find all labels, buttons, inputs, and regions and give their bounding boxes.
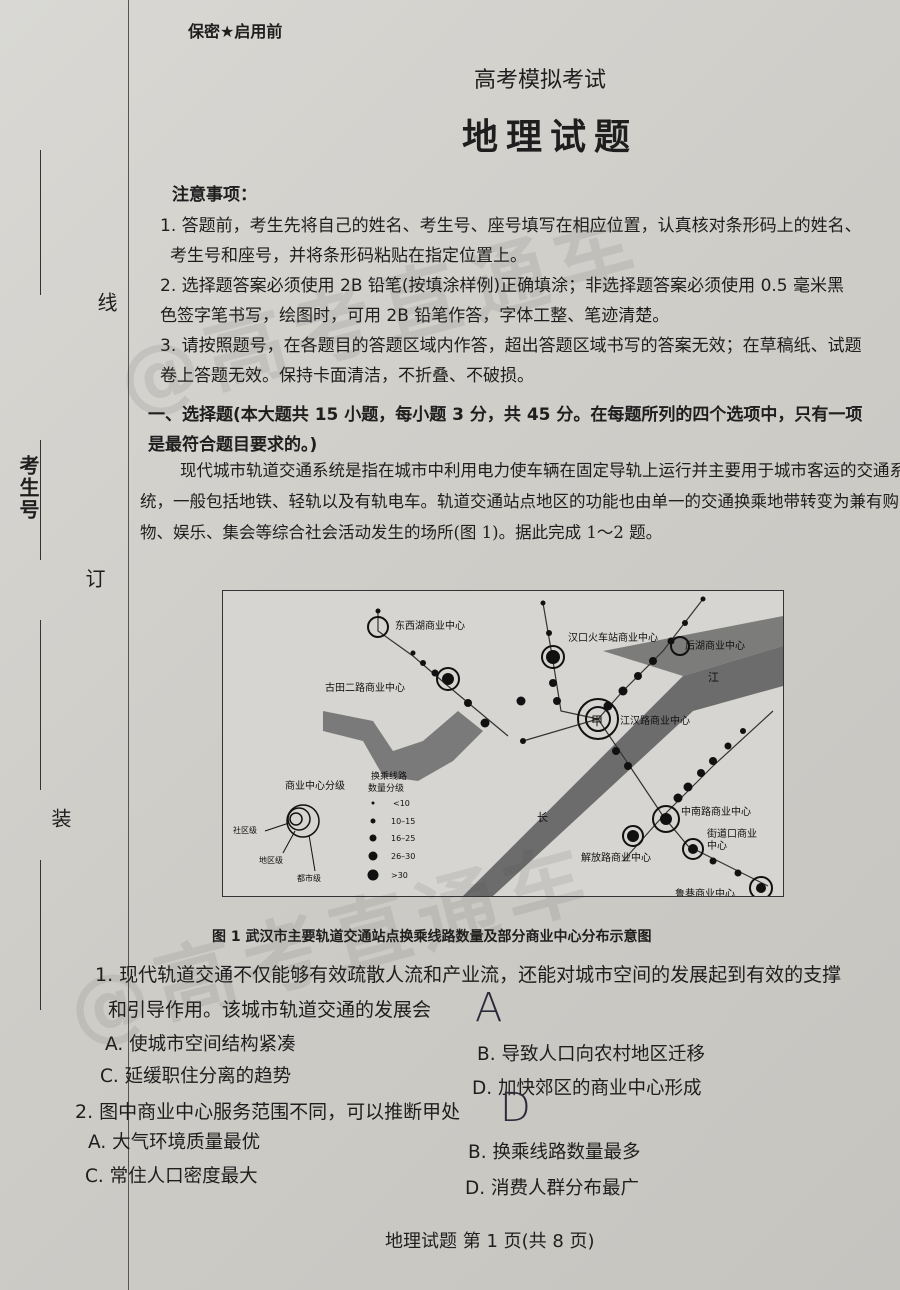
label-houhu: 后湖商业中心 (685, 639, 745, 652)
label-jianghan: 江汉路商业中心 (620, 714, 690, 727)
exam-paper: 线 考生号 订 装 保密★启用前 高考模拟考试 地理试题 注意事项： 1. 答题… (0, 0, 900, 1290)
margin-rule (40, 150, 41, 295)
label-gutian: 古田二路商业中心 (325, 681, 405, 694)
legend-t1: <10 (393, 799, 410, 808)
q2-option-d[interactable]: D. 消费人群分布最广 (465, 1174, 639, 1200)
label-zhongnan: 中南路商业中心 (681, 805, 751, 818)
q2-option-b[interactable]: B. 换乘线路数量最多 (468, 1138, 640, 1164)
exam-number-label: 考生号 (16, 455, 40, 521)
reading-passage: 现代城市轨道交通系统是指在城市中利用电力使车辆在固定导轨上运行并主要用于城市客运… (140, 455, 900, 548)
legend-t3: 16–25 (391, 834, 415, 843)
legend-transfer-title: 换乘线路 (371, 770, 407, 782)
label-dongxihu: 东西湖商业中心 (395, 619, 465, 632)
handwritten-answer-2: D (500, 1085, 531, 1131)
section-heading: 一、选择题(本大题共 15 小题，每小题 3 分，共 45 分。在每题所列的四个… (148, 400, 862, 460)
passage-text: 现代城市轨道交通系统是指在城市中利用电力使车辆在固定导轨上运行并主要用于城市客运… (140, 461, 900, 542)
q2-option-a[interactable]: A. 大气环境质量最优 (88, 1128, 260, 1154)
page-footer: 地理试题 第 1 页(共 8 页) (385, 1231, 595, 1252)
q1-option-b[interactable]: B. 导致人口向农村地区迁移 (477, 1040, 705, 1066)
legend-district: 地区级 (259, 855, 283, 865)
legend-center-levels: 商业中心分级 社区级 地区级 都市级 (233, 779, 345, 883)
q1-option-c[interactable]: C. 延缓职住分离的趋势 (100, 1062, 291, 1088)
label-jiedao-2: 中心 (707, 839, 727, 852)
label-jiedao: 街道口商业 (707, 827, 757, 840)
exam-subtitle: 高考模拟考试 (473, 68, 606, 93)
margin-order-label: 订 (82, 568, 106, 590)
exam-title: 地理试题 (461, 116, 638, 158)
label-hankou: 汉口火车站商业中心 (568, 631, 658, 644)
legend-center-title: 商业中心分级 (285, 779, 345, 792)
question-2-stem: 2. 图中商业中心服务范围不同，可以推断甲处 (75, 1101, 461, 1123)
label-jia: 甲 (591, 714, 603, 728)
margin-rule (40, 860, 41, 1010)
q2-option-c[interactable]: C. 常住人口密度最大 (85, 1162, 258, 1188)
legend-transfer-title-2: 数量分级 (368, 782, 404, 794)
label-luxiang: 鲁巷商业中心 (675, 887, 735, 896)
confidential-label: 保密★启用前 (188, 22, 283, 41)
label-jiefang: 解放路商业中心 (581, 851, 651, 864)
notice-heading: 注意事项： (172, 185, 257, 205)
section-line: 一、选择题(本大题共 15 小题，每小题 3 分，共 45 分。在每题所列的四个… (148, 405, 863, 425)
margin-bind-label: 装 (48, 808, 72, 830)
margin-line-label: 线 (94, 292, 118, 314)
handwritten-answer-1: A (475, 985, 503, 1031)
margin-rule (40, 620, 41, 790)
legend-t2: 10–15 (391, 817, 415, 826)
han-river (323, 711, 483, 781)
legend-community: 社区级 (233, 825, 257, 835)
label-river-jiang: 江 (708, 671, 719, 684)
